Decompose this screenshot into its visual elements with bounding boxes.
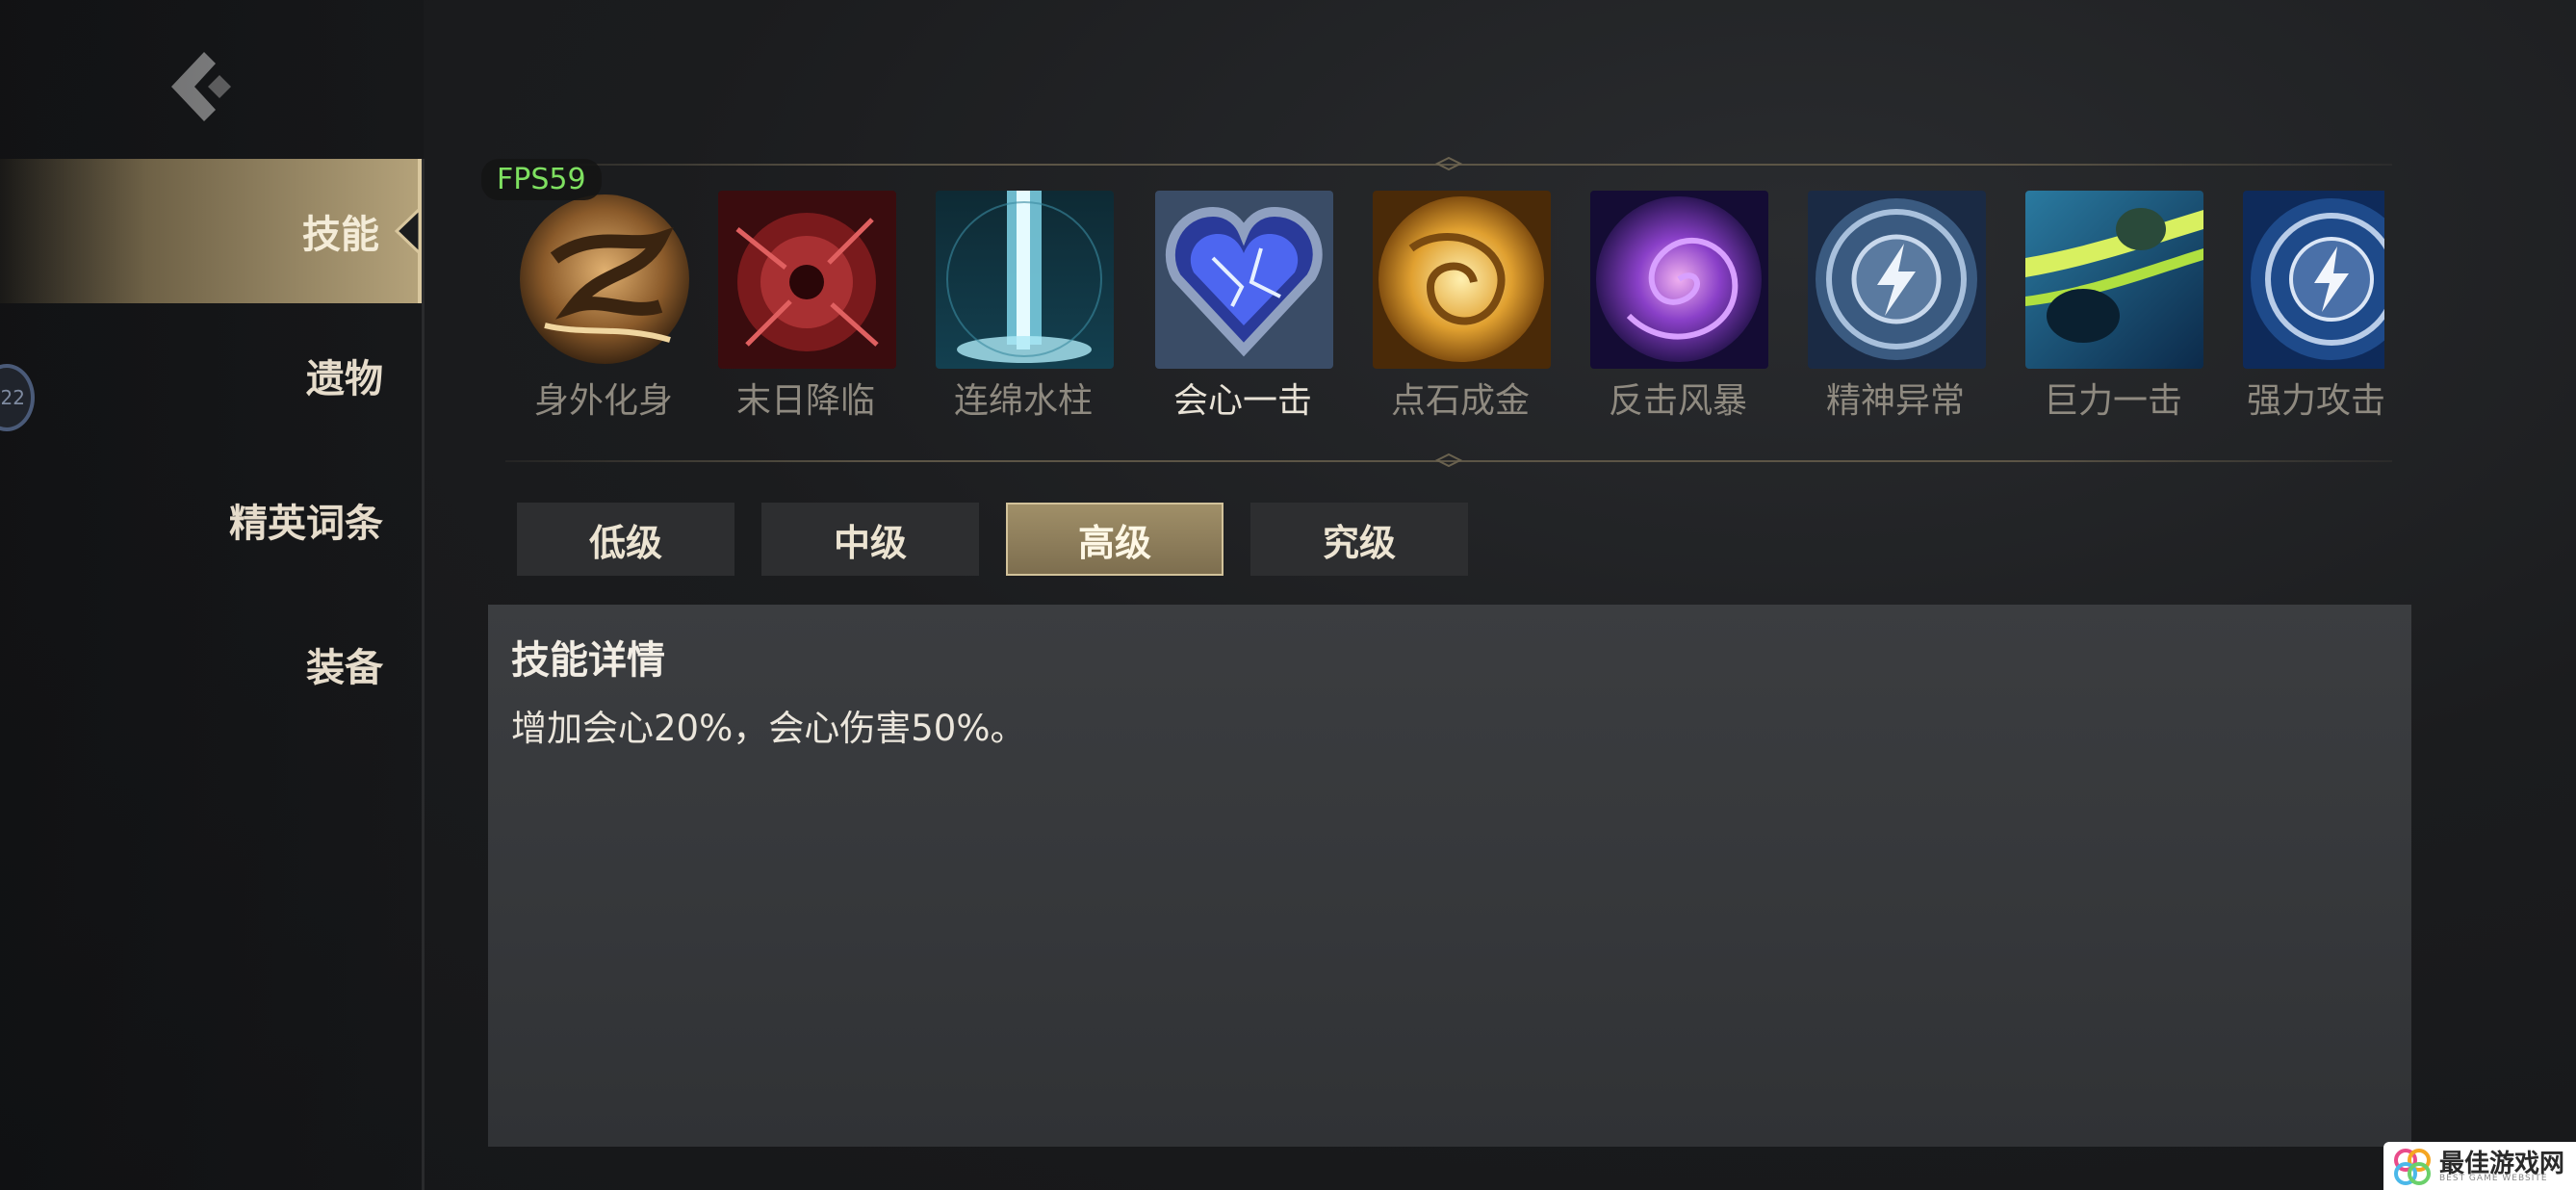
lightning-shield-icon	[1808, 191, 1986, 369]
doppelganger-icon	[516, 191, 694, 369]
bottom-divider	[505, 453, 2392, 468]
detail-description: 增加会心20%，会心伤害50%。	[511, 708, 1026, 749]
sidebar-item-skills[interactable]: 技能	[0, 159, 422, 303]
tab-label: 中级	[833, 521, 907, 564]
skill-label: 精神异常	[1825, 381, 1965, 421]
sidebar-item-equipment[interactable]: 装备	[0, 592, 422, 737]
sidebar-item-label: 遗物	[306, 357, 383, 401]
skill-label: 巨力一击	[2043, 381, 2182, 421]
detail-title: 技能详情	[511, 638, 665, 683]
tab-label: 高级	[1077, 521, 1151, 564]
edge-badge-text: 22	[0, 386, 25, 409]
skill-label: 身外化身	[533, 381, 673, 421]
fps-counter: FPS59	[481, 159, 602, 200]
skill-item[interactable]: 强力攻击	[2239, 188, 2384, 428]
skill-label: 反击风暴	[1608, 381, 1747, 421]
sidebar-item-relics[interactable]: 遗物	[0, 303, 422, 448]
skill-item[interactable]: 末日降临	[714, 188, 907, 428]
skill-item[interactable]: 反击风暴	[1586, 188, 1779, 428]
tab-low-tier[interactable]: 低级	[517, 503, 734, 576]
skill-label: 强力攻击	[2247, 381, 2384, 421]
skill-list: 身外化身 末日降临 连绵水柱 会心一击 点石成金 反击风暴 精神异常 巨力一击 …	[512, 188, 2384, 428]
tab-high-tier[interactable]: 高级	[1006, 503, 1224, 576]
golden-swirl-icon	[1373, 191, 1551, 369]
top-divider	[505, 156, 2392, 171]
active-indicator-icon	[394, 207, 422, 255]
watermark-logo-icon	[2394, 1149, 2431, 1185]
sidebar-divider	[422, 159, 425, 1190]
tab-label: 究级	[1322, 521, 1396, 564]
power-strike-icon	[2025, 191, 2203, 369]
tab-ultimate-tier[interactable]: 究级	[1250, 503, 1468, 576]
skill-label: 末日降临	[735, 381, 875, 421]
sidebar-item-elite-affixes[interactable]: 精英词条	[0, 448, 422, 592]
sidebar-item-label: 技能	[302, 213, 379, 257]
ornament-icon	[1434, 453, 1463, 468]
skill-item[interactable]: 身外化身	[512, 188, 705, 428]
crystal-heart-icon	[1155, 191, 1333, 369]
skill-label: 会心一击	[1172, 381, 1312, 421]
skill-item[interactable]: 连绵水柱	[932, 188, 1124, 428]
skill-item[interactable]: 巨力一击	[2022, 188, 2214, 428]
skill-item[interactable]: 点石成金	[1369, 188, 1561, 428]
tab-label: 低级	[588, 521, 662, 564]
skill-label: 连绵水柱	[953, 381, 1093, 421]
sidebar: 技能 遗物 精英词条 装备	[0, 0, 424, 1190]
skill-item[interactable]: 精神异常	[1804, 188, 1996, 428]
sidebar-item-label: 装备	[306, 646, 383, 690]
purple-vortex-icon	[1590, 191, 1768, 369]
skill-item-selected[interactable]: 会心一击	[1151, 188, 1344, 428]
sidebar-item-label: 精英词条	[229, 502, 383, 546]
tab-mid-tier[interactable]: 中级	[761, 503, 979, 576]
doom-meteor-icon	[718, 191, 896, 369]
skill-detail-panel: 技能详情 增加会心20%，会心伤害50%。	[488, 605, 2411, 1147]
watermark-subtitle: BEST GAME WEBSITE	[2439, 1174, 2548, 1183]
site-watermark: 最佳游戏网 BEST GAME WEBSITE	[2383, 1142, 2576, 1190]
skill-label: 点石成金	[1390, 381, 1530, 421]
water-pillar-icon	[936, 191, 1114, 369]
lightning-fist-icon	[2243, 191, 2384, 369]
ornament-icon	[1434, 156, 1463, 171]
